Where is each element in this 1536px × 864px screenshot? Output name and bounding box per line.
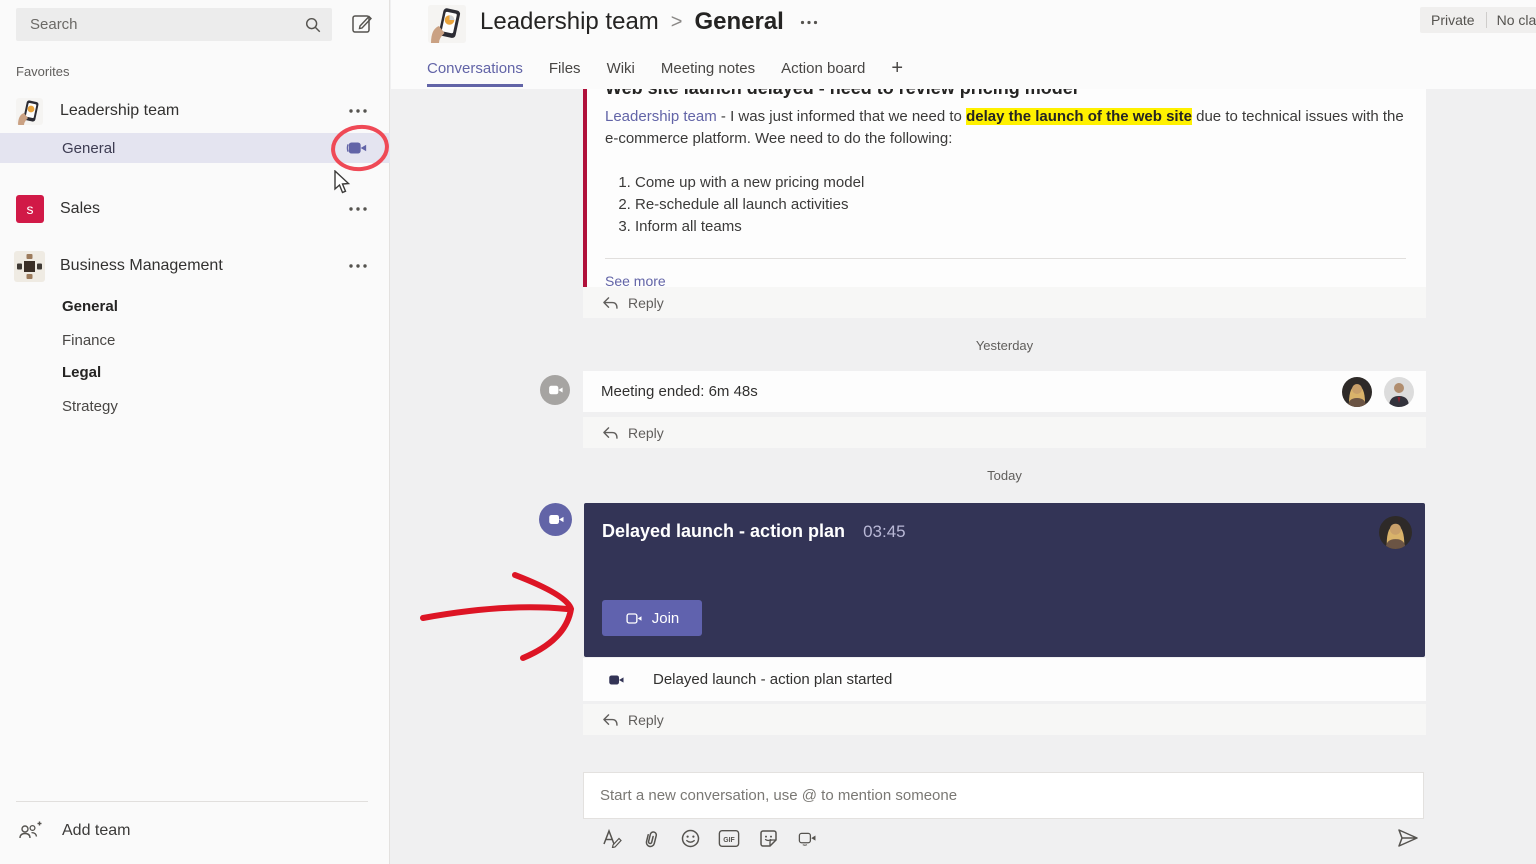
meeting-started-camera-icon [607,673,625,687]
add-tab-icon[interactable]: + [891,57,903,80]
annotation-arrow [415,545,590,675]
compose-toolbar: GIF [601,827,818,849]
join-camera-icon [625,612,643,625]
breadcrumb-team[interactable]: Leadership team [480,8,659,36]
breadcrumb-channel: General [694,8,783,36]
add-team-icon [18,820,42,842]
day-divider-yesterday: Yesterday [583,338,1426,353]
meeting-ended-camera-icon [540,375,570,405]
channel-list-panel: Favorites Leadership team General s Sale [0,0,390,864]
tab-wiki[interactable]: Wiki [607,60,635,84]
channel-name: General [62,140,346,157]
add-team-button[interactable]: Add team [18,820,130,842]
emoji-icon[interactable] [679,827,701,849]
list-item: Inform all teams [635,216,1406,238]
new-chat-icon[interactable] [350,12,376,38]
meet-now-icon[interactable] [796,827,818,849]
favorites-label: Favorites [16,64,69,79]
message-numbered-list: Come up with a new pricing model Re-sche… [635,172,1406,238]
search-box[interactable] [16,8,332,41]
tab-conversations[interactable]: Conversations [427,60,523,87]
search-icon [304,16,322,34]
list-item: Come up with a new pricing model [635,172,1406,194]
team-avatar-header [428,5,466,43]
sidebar-item-sales[interactable]: s Sales [0,192,390,226]
reply-arrow-icon [601,426,618,440]
sales-avatar: s [16,195,44,223]
join-meeting-button[interactable]: Join [602,600,702,636]
team-name: Leadership team [60,102,348,120]
message-card-web-site-launch: Web site launch delayed - need to review… [583,62,1426,307]
meeting-started-row: Delayed launch - action plan started [583,658,1426,701]
more-options-icon[interactable] [348,108,368,114]
tab-bar: Conversations Files Wiki Meeting notes A… [427,60,903,87]
reply-button[interactable]: Reply [583,417,1426,448]
sidebar-channel-finance[interactable]: Finance [0,325,390,355]
sidebar-channel-general-bm[interactable]: General [0,291,390,321]
attach-icon[interactable] [640,827,662,849]
team-name: Sales [60,200,348,218]
sidebar-item-business-management[interactable]: Business Management [0,249,390,283]
tab-action-board[interactable]: Action board [781,60,865,84]
channel-content: Web site launch delayed - need to review… [391,0,1536,864]
privacy-badge: Private [1420,12,1486,28]
meeting-elapsed-time: 03:45 [863,522,906,542]
sticker-icon[interactable] [757,827,779,849]
reply-button[interactable]: Reply [583,287,1426,318]
add-team-label: Add team [62,822,130,840]
message-divider [605,258,1406,259]
business-management-avatar [14,251,45,282]
reply-arrow-icon [601,296,618,310]
participant-avatar-woman [1342,377,1372,407]
meeting-started-text: Delayed launch - action plan started [653,671,892,688]
channel-header: Leadership team > General Private No cla… [391,0,1536,89]
sidebar-item-leadership-team[interactable]: Leadership team [0,94,390,128]
gif-label: GIF [723,837,734,844]
sidebar-channel-legal[interactable]: Legal [0,357,390,387]
meet-now-camera-icon[interactable] [346,140,368,156]
sidebar-channel-general-leadership[interactable]: General [0,133,390,163]
meeting-ended-row: Meeting ended: 6m 48s [583,371,1426,412]
more-options-icon[interactable] [348,206,368,212]
breadcrumb-separator: > [671,11,683,34]
reply-button[interactable]: Reply [583,704,1426,735]
search-input[interactable] [16,16,304,33]
breadcrumb: Leadership team > General [480,8,818,36]
channel-badges: Private No classif [1420,7,1536,33]
gif-icon[interactable]: GIF [718,827,740,849]
list-item: Re-schedule all launch activities [635,194,1406,216]
meeting-organizer-avatar [1379,516,1412,549]
day-divider-today: Today [583,468,1426,483]
tab-meeting-notes[interactable]: Meeting notes [661,60,755,84]
meeting-ended-text: Meeting ended: 6m 48s [601,383,758,400]
meeting-title: Delayed launch - action plan [602,521,845,542]
channel-more-options-icon[interactable] [800,20,818,25]
meeting-card: Delayed launch - action plan 03:45 Join [584,503,1425,657]
message-author-link[interactable]: Leadership team [605,108,717,125]
meeting-camera-icon [539,503,572,536]
join-label: Join [652,610,680,627]
sidebar-channel-strategy[interactable]: Strategy [0,391,390,421]
new-conversation-input[interactable] [584,773,1423,818]
highlighted-text: delay the launch of the web site [966,108,1192,125]
classification-badge: No classif [1486,12,1536,28]
tab-files[interactable]: Files [549,60,581,84]
compose-box[interactable] [583,772,1424,819]
team-name: Business Management [60,257,348,275]
format-icon[interactable] [601,827,623,849]
sidebar-divider [16,801,368,802]
reply-arrow-icon [601,713,618,727]
send-icon[interactable] [1396,827,1420,851]
leadership-team-avatar [16,98,43,125]
participant-avatar-man [1384,377,1414,407]
more-options-icon[interactable] [348,263,368,269]
message-body: Leadership team - I was just informed th… [605,106,1406,150]
